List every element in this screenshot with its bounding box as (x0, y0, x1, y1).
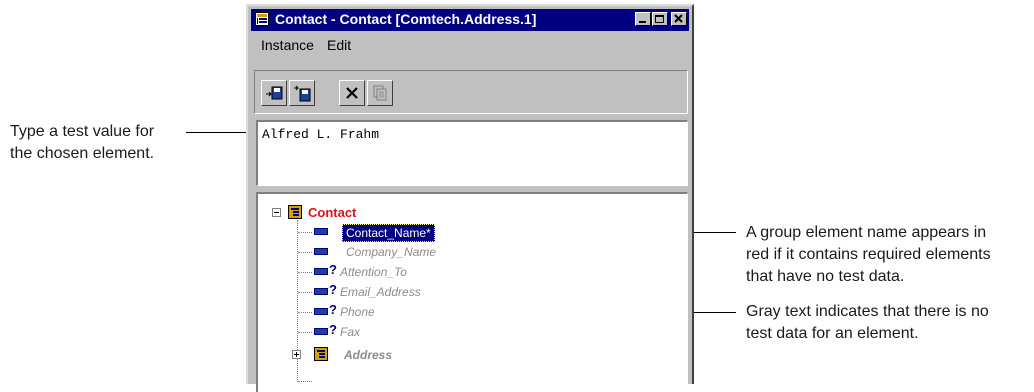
title-bar[interactable]: Contact - Contact [Comtech.Address.1] (251, 9, 689, 31)
group-icon (314, 347, 328, 361)
delete-button[interactable] (339, 80, 365, 106)
optional-icon: ? (329, 302, 337, 317)
tree-node-company-name[interactable]: Company_Name (346, 245, 436, 259)
tree-node-attention-to[interactable]: Attention_To (340, 265, 407, 279)
contact-window: Contact - Contact [Comtech.Address.1] In… (246, 4, 694, 392)
close-icon (674, 14, 683, 23)
field-icon (314, 228, 328, 235)
minimize-icon (639, 21, 646, 23)
callout-test-value: Type a test value for the chosen element… (10, 121, 154, 165)
insert-before-button[interactable] (261, 80, 287, 106)
tree-node-email-address[interactable]: Email_Address (340, 285, 421, 299)
tree-connector (298, 332, 312, 333)
expand-address-toggle[interactable] (292, 350, 301, 359)
menu-edit[interactable]: Edit (327, 37, 351, 53)
optional-icon: ? (329, 322, 337, 337)
menu-instance[interactable]: Instance (261, 37, 314, 53)
field-icon (314, 328, 328, 335)
close-button[interactable] (671, 12, 687, 26)
field-icon (314, 308, 328, 315)
group-icon (288, 205, 302, 219)
callout-line: that have no test data. (746, 268, 905, 285)
maximize-button[interactable] (652, 12, 668, 26)
maximize-icon (655, 15, 664, 23)
tree-node-contact[interactable]: Contact (308, 205, 356, 220)
callout-required-group: A group element name appears in red if i… (746, 222, 991, 288)
app-icon (255, 12, 269, 26)
callout-line: Type a test value for (10, 123, 155, 140)
tree-node-phone[interactable]: Phone (340, 305, 375, 319)
insert-before-icon (266, 86, 283, 100)
tree-connector (298, 381, 312, 382)
callout-line: A group element name appears in (746, 224, 987, 241)
tree-node-fax[interactable]: Fax (340, 325, 360, 339)
tree-connector (298, 312, 312, 313)
tree-connector (298, 252, 312, 253)
minimize-button[interactable] (635, 12, 651, 26)
collapse-contact-toggle[interactable] (272, 208, 281, 217)
field-icon (314, 288, 328, 295)
callout-line: test data for an element. (746, 325, 919, 342)
optional-icon: ? (329, 282, 337, 297)
tree-node-contact-name[interactable]: Contact_Name* (342, 224, 435, 242)
callout-line: red if it contains required elements (746, 246, 991, 263)
delete-icon (346, 87, 358, 99)
copy-icon (373, 85, 387, 101)
toolbar (254, 70, 688, 114)
tree-connector (298, 292, 312, 293)
callout-line: the chosen element. (10, 145, 155, 162)
optional-icon: ? (329, 262, 337, 277)
test-value-input[interactable]: Alfred L. Frahm (256, 120, 688, 186)
element-tree: Contact Contact_Name* Company_Name ? Att… (256, 192, 688, 392)
tree-node-address[interactable]: Address (344, 348, 392, 362)
field-icon (314, 248, 328, 255)
menu-bar: Instance Edit (251, 32, 689, 58)
callout-gray-text: Gray text indicates that there is no tes… (746, 301, 989, 345)
window-title: Contact - Contact [Comtech.Address.1] (275, 11, 537, 27)
tree-connector (298, 232, 312, 233)
field-icon (314, 268, 328, 275)
copy-button[interactable] (367, 80, 393, 106)
insert-after-button[interactable] (289, 80, 315, 106)
test-value-text: Alfred L. Frahm (262, 127, 380, 142)
callout-line: Gray text indicates that there is no (746, 303, 989, 320)
tree-connector (298, 272, 312, 273)
insert-after-icon (294, 85, 311, 102)
